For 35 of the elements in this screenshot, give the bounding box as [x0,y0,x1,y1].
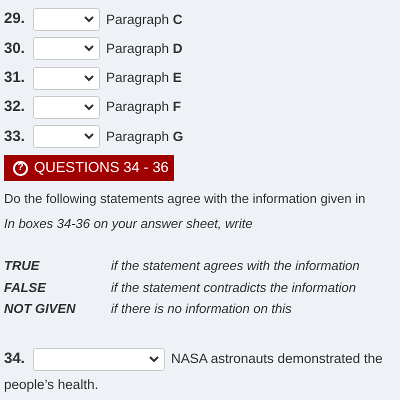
section-title: QUESTIONS 34 - 36 [34,158,169,178]
question-number: 33. [4,126,26,147]
instruction-note: In boxes 34-36 on your answer sheet, write [4,214,254,233]
help-icon: ? [13,160,28,176]
chevron-icon [84,45,94,52]
answer-meaning: if the statement agrees with the information [111,257,360,276]
answer-select[interactable] [33,96,100,120]
question-number: 34. [4,348,26,369]
question-number: 30. [4,38,26,59]
statement-text: NASA astronauts demonstrated the [171,350,383,366]
answer-select[interactable] [33,125,100,148]
question-text: Paragraph D [106,40,183,58]
answer-term: TRUE [4,257,41,276]
question-number: 32. [4,97,26,118]
statement-text: people’s health. [4,376,98,392]
question-number: 31. [4,68,26,88]
answer-term: FALSE [4,278,48,297]
question-text: Paragraph F [106,98,182,116]
answer-select[interactable] [33,348,165,371]
chevron-icon [84,104,94,112]
answer-select[interactable] [33,37,100,60]
chevron-icon [84,16,94,24]
chevron-icon [149,356,159,363]
question-text: Paragraph G [106,128,184,146]
question-number: 29. [4,9,26,30]
answer-meaning: if the statement contradicts the information [111,278,356,297]
chevron-icon [84,133,94,140]
question-text: Paragraph C [106,10,183,29]
answer-select[interactable] [33,8,100,32]
question-text: Paragraph E [106,69,182,88]
instruction-text: Do the following statements agree with the information given in [4,190,366,208]
answer-select[interactable] [33,66,100,90]
chevron-icon [84,74,94,82]
answer-meaning: if there is no information on this [111,300,292,318]
answer-term: NOT GIVEN [4,300,77,318]
